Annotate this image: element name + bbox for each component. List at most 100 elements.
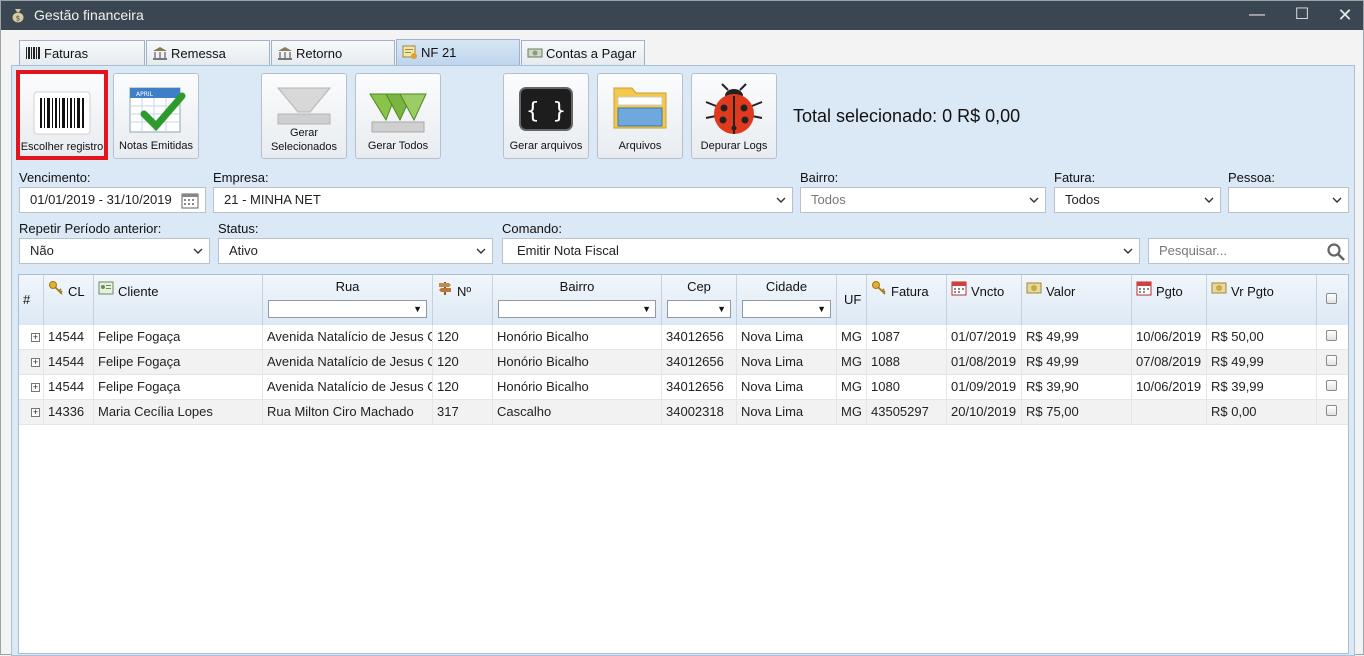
- col-header-cep[interactable]: Cep ▼: [662, 275, 737, 325]
- col-header-numero[interactable]: Nº: [433, 275, 493, 325]
- comando-value: Emitir Nota Fiscal: [517, 243, 619, 258]
- cell-bairro: Cascalho: [493, 400, 662, 424]
- cell-cep: 34002318: [662, 400, 737, 424]
- expand-row-button[interactable]: +: [31, 408, 40, 417]
- vencimento-date-range[interactable]: 01/01/2019 - 31/10/2019: [19, 187, 206, 213]
- comando-select[interactable]: Emitir Nota Fiscal: [502, 238, 1140, 264]
- tab-label: Remessa: [171, 46, 226, 61]
- button-label: Gerar Selecionados: [262, 126, 346, 154]
- col-header-vr-pgto[interactable]: Vr Pgto: [1207, 275, 1317, 325]
- tab-label: NF 21: [421, 45, 457, 60]
- cell-vencto: 20/10/2019: [947, 400, 1022, 424]
- money-icon: [527, 48, 543, 58]
- calendar-icon: [951, 281, 967, 296]
- cell-vr-pgto: R$ 0,00: [1207, 400, 1317, 424]
- dropdown-arrow-icon: ▼: [642, 304, 651, 314]
- expand-row-button[interactable]: +: [31, 333, 40, 342]
- maximize-button[interactable]: ☐: [1290, 4, 1314, 26]
- bairro-value: Todos: [811, 192, 846, 207]
- money-icon: [1211, 282, 1227, 294]
- close-button[interactable]: ✕: [1333, 4, 1357, 26]
- button-label: Arquivos: [618, 140, 662, 152]
- col-header-cidade[interactable]: Cidade ▼: [737, 275, 837, 325]
- tab-contas-a-pagar[interactable]: Contas a Pagar: [521, 40, 645, 65]
- col-header-vencto[interactable]: Vncto: [947, 275, 1022, 325]
- empresa-value: 21 - MINHA NET: [224, 192, 321, 207]
- row-checkbox[interactable]: [1326, 355, 1337, 366]
- bairro-filter-select[interactable]: ▼: [498, 300, 656, 318]
- expand-row-button[interactable]: +: [31, 383, 40, 392]
- chevron-down-icon: [1029, 197, 1039, 203]
- col-header-bairro[interactable]: Bairro ▼: [493, 275, 662, 325]
- table-row[interactable]: + 14544 Felipe Fogaça Avenida Natalício …: [19, 325, 1348, 350]
- cell-bairro: Honório Bicalho: [493, 375, 662, 399]
- cell-cidade: Nova Lima: [737, 350, 837, 374]
- window-title: Gestão financeira: [34, 7, 144, 23]
- table-row[interactable]: + 14336 Maria Cecília Lopes Rua Milton C…: [19, 400, 1348, 425]
- signpost-icon: [439, 282, 451, 295]
- fatura-select[interactable]: Todos: [1054, 187, 1221, 213]
- minimize-button[interactable]: —: [1245, 4, 1269, 26]
- col-header-rua[interactable]: Rua ▼: [263, 275, 433, 325]
- col-header-cliente[interactable]: Cliente: [94, 275, 263, 325]
- tab-faturas[interactable]: Faturas: [19, 40, 145, 65]
- cell-pgto: 10/06/2019: [1132, 375, 1207, 399]
- button-label: Gerar Todos: [367, 140, 429, 152]
- arquivos-button[interactable]: Arquivos: [597, 73, 683, 159]
- col-header-pgto[interactable]: Pgto: [1132, 275, 1207, 325]
- repetir-periodo-select[interactable]: Não: [19, 238, 210, 264]
- money-bag-icon: $: [12, 9, 24, 23]
- row-checkbox[interactable]: [1326, 405, 1337, 416]
- table-row[interactable]: + 14544 Felipe Fogaça Avenida Natalício …: [19, 350, 1348, 375]
- rua-filter-select[interactable]: ▼: [268, 300, 427, 318]
- cidade-filter-select[interactable]: ▼: [742, 300, 831, 318]
- ladybug-icon: [705, 83, 763, 134]
- tab-remessa[interactable]: Remessa: [146, 40, 270, 65]
- col-header-valor[interactable]: Valor: [1022, 275, 1132, 325]
- col-header-cl[interactable]: CL: [44, 275, 94, 325]
- row-checkbox[interactable]: [1326, 330, 1337, 341]
- pessoa-select[interactable]: [1228, 187, 1349, 213]
- gerar-selecionados-button[interactable]: Gerar Selecionados: [261, 73, 347, 159]
- cep-filter-select[interactable]: ▼: [667, 300, 731, 318]
- tab-nf21[interactable]: NF 21: [396, 39, 520, 65]
- expand-row-button[interactable]: +: [31, 358, 40, 367]
- depurar-logs-button[interactable]: Depurar Logs: [691, 73, 777, 159]
- calendar-icon[interactable]: [181, 192, 199, 209]
- cell-rua: Avenida Natalício de Jesus Ca: [263, 350, 433, 374]
- search-input[interactable]: Pesquisar...: [1148, 238, 1349, 264]
- button-label-line1: Gerar: [289, 127, 319, 139]
- title-bar: $ Gestão financeira — ☐ ✕: [1, 1, 1363, 30]
- escolher-registro-button[interactable]: Escolher registro: [16, 70, 108, 160]
- empresa-select[interactable]: 21 - MINHA NET: [213, 187, 793, 213]
- tab-retorno[interactable]: Retorno: [271, 40, 395, 65]
- cell-valor: R$ 49,99: [1022, 325, 1132, 349]
- svg-text:APRIL: APRIL: [136, 91, 154, 98]
- search-placeholder: Pesquisar...: [1159, 243, 1227, 258]
- col-header-fatura[interactable]: Fatura: [867, 275, 947, 325]
- cell-rua: Avenida Natalício de Jesus Ca: [263, 325, 433, 349]
- col-header-hash[interactable]: #: [19, 275, 44, 325]
- pessoa-label: Pessoa:: [1228, 170, 1275, 185]
- bairro-select[interactable]: Todos: [800, 187, 1046, 213]
- cell-cep: 34012656: [662, 350, 737, 374]
- col-header-uf[interactable]: UF: [837, 275, 867, 325]
- cell-vencto: 01/08/2019: [947, 350, 1022, 374]
- bank-icon: [153, 47, 167, 60]
- chevron-down-icon: [776, 197, 786, 203]
- notas-emitidas-button[interactable]: APRIL Notas Emitidas: [113, 73, 199, 159]
- gerar-arquivos-button[interactable]: { } Gerar arquivos: [503, 73, 589, 159]
- table-row[interactable]: + 14544 Felipe Fogaça Avenida Natalício …: [19, 375, 1348, 400]
- barcode-icon: [33, 91, 91, 135]
- cell-vr-pgto: R$ 39,99: [1207, 375, 1317, 399]
- cell-numero: 120: [433, 325, 493, 349]
- cell-fatura: 1088: [867, 350, 947, 374]
- key-icon: [872, 281, 886, 295]
- gerar-todos-button[interactable]: Gerar Todos: [355, 73, 441, 159]
- select-all-checkbox[interactable]: [1326, 293, 1337, 304]
- row-checkbox[interactable]: [1326, 380, 1337, 391]
- status-select[interactable]: Ativo: [218, 238, 493, 264]
- contact-card-icon: [98, 281, 114, 295]
- search-icon[interactable]: [1326, 242, 1346, 262]
- tab-label: Retorno: [296, 46, 343, 61]
